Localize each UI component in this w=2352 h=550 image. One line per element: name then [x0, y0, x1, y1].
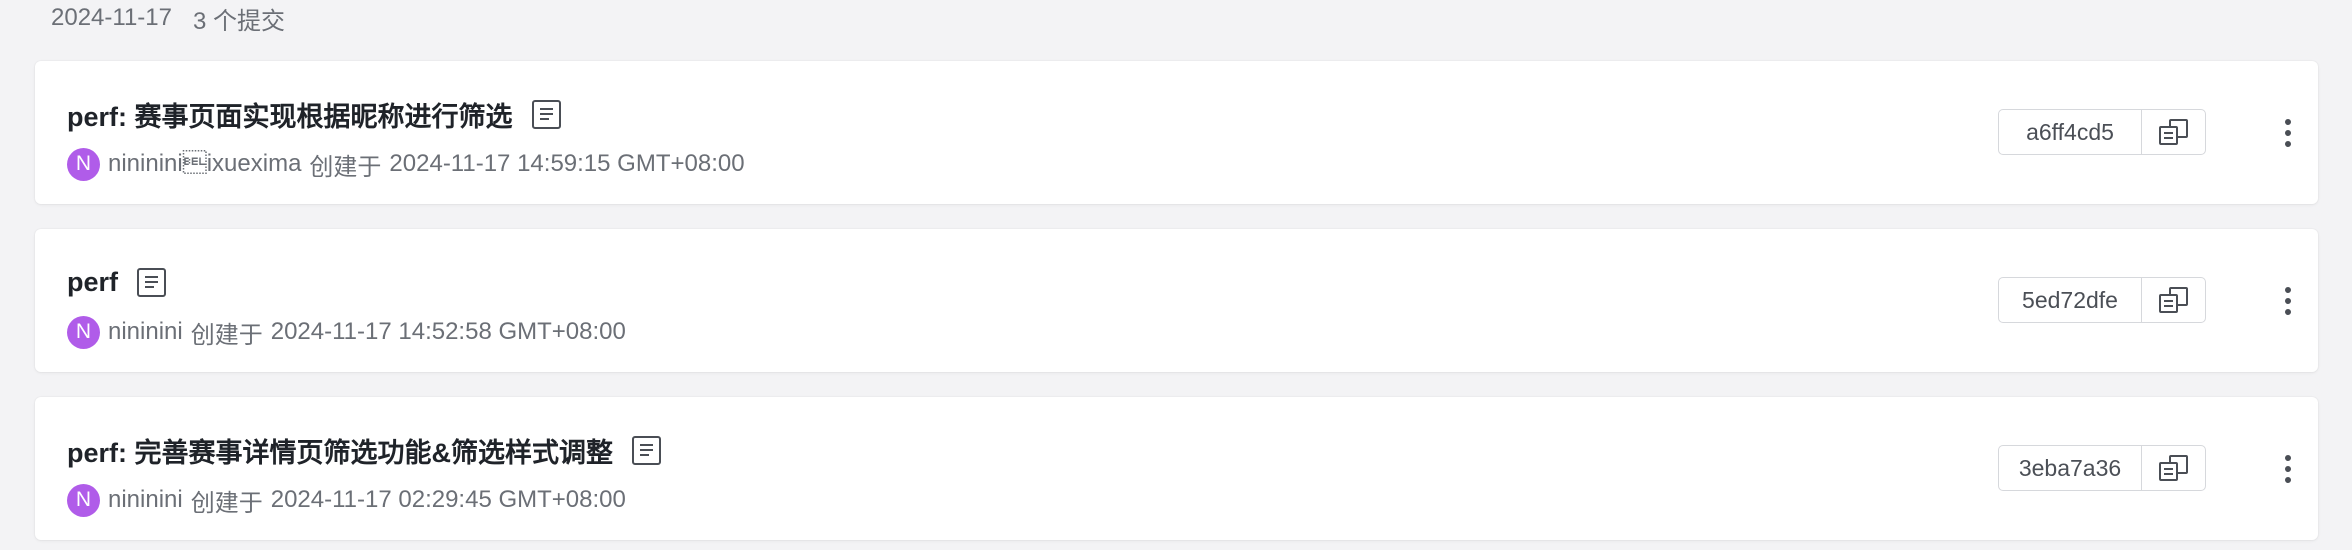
commit-title-row: perf: 完善赛事详情页筛选功能&筛选样式调整	[67, 427, 661, 473]
commit-group-date: 2024-11-17	[51, 4, 172, 31]
commit-sha[interactable]: 5ed72dfe	[1999, 278, 2142, 322]
commit-author[interactable]: nininini	[108, 486, 183, 514]
commit-message-icon[interactable]	[632, 435, 661, 465]
commit-title[interactable]: perf: 赛事页面实现根据昵称进行筛选	[67, 95, 513, 134]
copy-icon	[2159, 455, 2188, 481]
commit-item: perf N nininini 创建于 2024-11-17 14:52:58 …	[35, 229, 2318, 372]
commit-sha[interactable]: a6ff4cd5	[1999, 110, 2142, 154]
commit-item: perf: 赛事页面实现根据昵称进行筛选 N ninininiixueximа…	[35, 61, 2318, 204]
commit-group-count: 3 个提交	[192, 7, 285, 35]
copy-sha-button[interactable]	[2142, 278, 2205, 322]
copy-icon	[2159, 119, 2188, 145]
commit-author[interactable]: nininini	[108, 318, 183, 346]
commit-timestamp: 2024-11-17 02:29:45 GMT+08:00	[270, 486, 626, 513]
commit-sha-group: a6ff4cd5	[1998, 109, 2206, 155]
created-label: 创建于	[190, 321, 263, 349]
created-label: 创建于	[190, 489, 263, 517]
commit-message-icon[interactable]	[137, 267, 167, 297]
commit-meta: N nininini 创建于 2024-11-17 14:52:58 GMT+0…	[67, 314, 626, 350]
more-vertical-icon[interactable]	[2268, 448, 2308, 490]
commit-meta: N nininini 创建于 2024-11-17 02:29:45 GMT+0…	[67, 482, 626, 518]
commit-message-icon[interactable]	[531, 99, 561, 129]
commit-sha[interactable]: 3eba7a36	[1999, 446, 2142, 490]
commit-group-header: 2024-11-17 3 个提交	[51, 0, 285, 36]
copy-sha-button[interactable]	[2142, 110, 2205, 154]
commit-sha-group: 3eba7a36	[1998, 445, 2206, 491]
commit-meta: N ninininiixueximа 创建于 2024-11-17 14:59…	[67, 146, 745, 182]
commit-item: perf: 完善赛事详情页筛选功能&筛选样式调整 N nininini 创建于 …	[35, 397, 2318, 540]
created-label: 创建于	[309, 153, 382, 181]
commit-title-row: perf: 赛事页面实现根据昵称进行筛选	[67, 91, 561, 137]
avatar: N	[67, 483, 100, 517]
commit-title[interactable]: perf: 完善赛事详情页筛选功能&筛选样式调整	[67, 431, 613, 470]
more-vertical-icon[interactable]	[2268, 112, 2308, 154]
copy-sha-button[interactable]	[2142, 446, 2205, 490]
commit-timestamp: 2024-11-17 14:52:58 GMT+08:00	[270, 318, 626, 345]
avatar: N	[67, 147, 100, 181]
more-vertical-icon[interactable]	[2268, 280, 2308, 322]
commit-timestamp: 2024-11-17 14:59:15 GMT+08:00	[389, 150, 745, 177]
commit-title-row: perf	[67, 259, 167, 305]
commit-sha-group: 5ed72dfe	[1998, 277, 2206, 323]
commit-title[interactable]: perf	[67, 267, 118, 298]
copy-icon	[2159, 287, 2188, 313]
commit-author[interactable]: ninininiixueximа	[108, 150, 301, 178]
avatar: N	[67, 315, 100, 349]
